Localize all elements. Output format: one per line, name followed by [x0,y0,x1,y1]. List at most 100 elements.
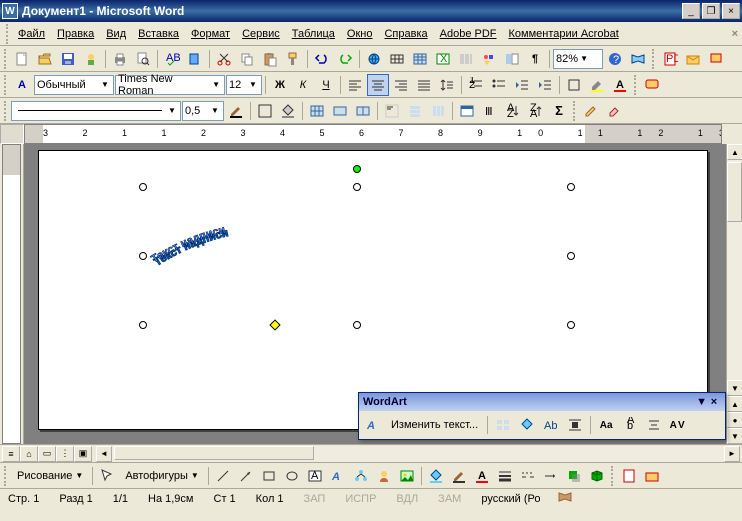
status-book-icon[interactable] [557,489,573,508]
diagram-icon[interactable] [350,465,372,487]
decrease-indent-icon[interactable] [511,74,533,96]
arrow-icon[interactable] [235,465,257,487]
show-marks-icon[interactable]: ¶ [524,48,546,70]
menu-insert[interactable]: Вставка [132,26,185,42]
scroll-left-icon[interactable]: ◄ [96,446,112,462]
scroll-up-icon[interactable]: ▲ [727,144,742,160]
dash-style-icon[interactable] [517,465,539,487]
line-spacing-icon[interactable] [436,74,458,96]
toolbar-handle[interactable] [634,75,638,95]
resize-handle[interactable] [139,321,147,329]
menu-help[interactable]: Справка [378,26,433,42]
scroll-down-icon[interactable]: ▼ [727,380,742,396]
columns-icon[interactable] [455,48,477,70]
menu-view[interactable]: Вид [100,26,132,42]
autosum-icon[interactable]: Σ [548,100,570,122]
font-color-draw-icon[interactable]: A [471,465,493,487]
styles-pane-icon[interactable]: A [11,74,33,96]
status-trk[interactable]: ИСПР [341,493,380,505]
minimize-button[interactable]: _ [682,3,700,19]
insert-picture-icon[interactable] [396,465,418,487]
status-ext[interactable]: ВДЛ [392,493,422,505]
align-top-left-icon[interactable] [381,100,403,122]
text-wrapping-icon[interactable] [564,414,586,436]
format-painter-icon[interactable] [282,48,304,70]
close-button[interactable]: × [722,3,740,19]
resize-handle[interactable] [353,321,361,329]
menu-edit[interactable]: Правка [51,26,100,42]
menu-tools[interactable]: Сервис [236,26,286,42]
acrobat-attach-icon[interactable] [618,465,640,487]
toolbar-handle[interactable] [573,101,577,121]
doc-map-icon[interactable] [501,48,523,70]
font-size-combo[interactable]: 12▼ [226,75,262,95]
reading-view-icon[interactable]: ▣ [74,446,92,462]
fill-color-icon[interactable] [425,465,447,487]
acrobat-send-icon[interactable] [641,465,663,487]
shading-color-icon[interactable] [277,100,299,122]
line-color-icon[interactable] [448,465,470,487]
insert-table-btn-icon[interactable] [306,100,328,122]
edit-wordart-text-button[interactable]: Изменить текст... [386,416,483,434]
wordart-shape-icon[interactable]: Ab [540,414,562,436]
format-wordart-icon[interactable] [516,414,538,436]
sort-desc-icon[interactable]: ZA [525,100,547,122]
menu-acrobat[interactable]: Комментарии Acrobat [503,26,625,42]
toolbar-handle[interactable] [4,75,8,95]
research-icon[interactable] [184,48,206,70]
hyperlink-icon[interactable] [363,48,385,70]
menu-table[interactable]: Таблица [286,26,341,42]
textbox-icon[interactable]: A [304,465,326,487]
browse-object-icon[interactable]: ● [727,412,742,428]
insert-table-icon[interactable] [409,48,431,70]
web-view-icon[interactable]: ⌂ [20,446,38,462]
save-icon[interactable] [57,48,79,70]
toolbar-handle[interactable] [4,101,8,121]
line-icon[interactable] [212,465,234,487]
resize-handle[interactable] [139,252,147,260]
rotate-handle[interactable] [353,165,361,173]
same-letter-heights-icon[interactable]: Aa [595,414,617,436]
undo-icon[interactable] [311,48,333,70]
shadow-style-icon[interactable] [563,465,585,487]
highlight-icon[interactable] [586,74,608,96]
select-objects-icon[interactable] [96,465,118,487]
menu-doc-close[interactable]: × [732,28,738,40]
print-icon[interactable] [109,48,131,70]
borders-icon[interactable] [563,74,585,96]
wordart-gallery-icon[interactable] [492,414,514,436]
outer-border-icon[interactable] [254,100,276,122]
drawing-icon[interactable] [478,48,500,70]
text-direction-icon[interactable]: Ⅲ [479,100,501,122]
wordart-toolbar-options-icon[interactable]: ▼ [696,396,707,408]
resize-handle[interactable] [567,321,575,329]
eraser-icon[interactable] [603,100,625,122]
line-width-combo[interactable]: 0,5▼ [182,101,224,121]
pdf-email-icon[interactable] [682,48,704,70]
status-ovr[interactable]: ЗАМ [434,493,465,505]
toolbar-handle[interactable] [611,466,615,486]
cut-icon[interactable] [213,48,235,70]
align-right-icon[interactable] [390,74,412,96]
toolbar-handle[interactable] [4,49,8,69]
distribute-rows-icon[interactable] [404,100,426,122]
bold-icon[interactable]: Ж [269,74,291,96]
italic-icon[interactable]: К [292,74,314,96]
merge-cells-icon[interactable] [329,100,351,122]
char-spacing-icon[interactable]: AV [667,414,689,436]
increase-indent-icon[interactable] [534,74,556,96]
3d-style-icon[interactable] [586,465,608,487]
sort-asc-icon[interactable]: AZ [502,100,524,122]
oval-icon[interactable] [281,465,303,487]
pdf-review-icon[interactable] [705,48,727,70]
draw-table-icon[interactable] [580,100,602,122]
insert-wordart-icon[interactable]: A [362,414,384,436]
toolbar-handle[interactable] [652,49,656,69]
toolbar-handle[interactable] [6,24,10,44]
menu-file[interactable]: Файл [12,26,51,42]
align-left-icon[interactable] [344,74,366,96]
toolbar-handle[interactable] [4,466,8,486]
read-mode-icon[interactable] [627,48,649,70]
horizontal-ruler[interactable]: 3 2 1 1 2 3 4 5 6 7 8 9 10 11 12 13 14 1… [24,124,722,144]
split-cells-icon[interactable] [352,100,374,122]
